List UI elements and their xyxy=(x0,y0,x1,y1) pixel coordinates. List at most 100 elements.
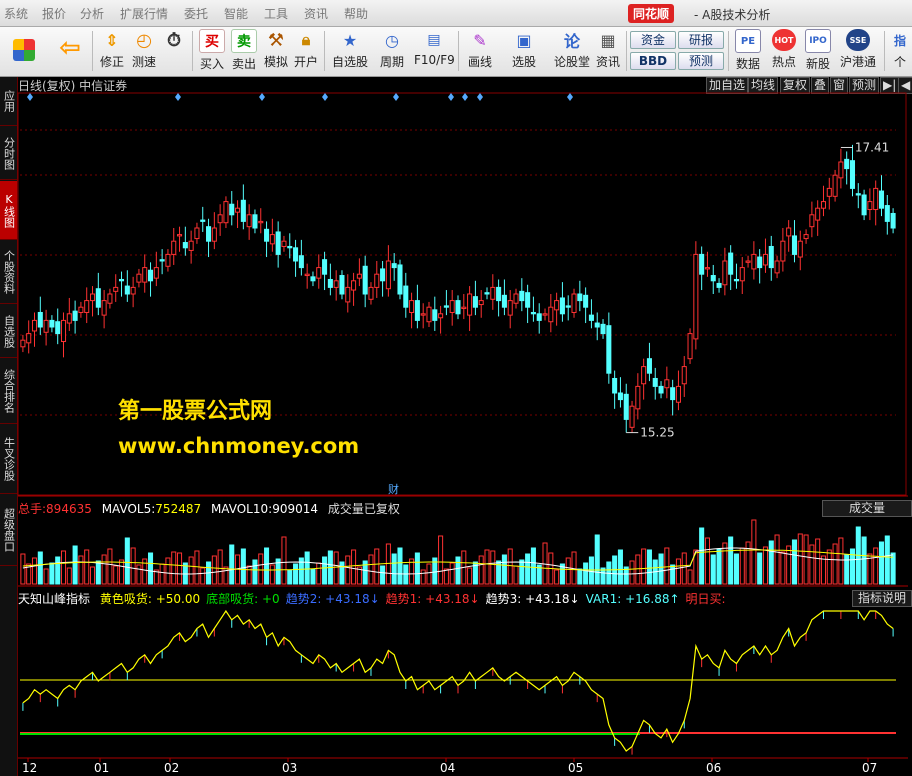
tab-stock-profile[interactable]: 个股资料 xyxy=(0,241,17,304)
volume-bar xyxy=(31,557,38,585)
volume-bar xyxy=(310,568,316,585)
indicator-help-button[interactable]: 指标说明 xyxy=(852,590,912,607)
volume-bar xyxy=(420,569,426,585)
period-button[interactable]: ◷ 周期 xyxy=(376,29,408,70)
volume-selector[interactable]: 成交量 xyxy=(822,500,912,517)
volume-bar xyxy=(496,560,502,585)
volume-bar xyxy=(478,555,484,585)
volume-bar xyxy=(380,565,386,585)
volume-bar xyxy=(333,551,339,585)
forum-button[interactable]: 论 论股堂 xyxy=(552,29,592,70)
grid-icon xyxy=(13,39,35,61)
tab-super-level[interactable]: 超级盘口 xyxy=(0,495,17,566)
menu-news[interactable]: 资讯 xyxy=(304,5,328,22)
candle-body xyxy=(826,187,832,197)
candle-body xyxy=(351,280,357,291)
speed-test2-button[interactable]: ⏱ xyxy=(158,29,190,51)
open-account-button[interactable]: 🔒︎ 开户 xyxy=(290,29,322,70)
fund-flow-button[interactable]: 资金 xyxy=(630,31,676,49)
menu-system[interactable]: 系统 xyxy=(4,5,28,22)
menu-order[interactable]: 委托 xyxy=(184,5,208,22)
candle-body xyxy=(188,240,194,251)
select-stock-button[interactable]: ▣ 选股 xyxy=(508,29,540,70)
x-axis-month-label: 05 xyxy=(568,761,583,775)
candle-body xyxy=(84,300,90,313)
adjust-button[interactable]: 复权 xyxy=(780,77,811,94)
ipo-button[interactable]: IPO 新股 xyxy=(802,29,834,72)
menu-extended-market[interactable]: 扩展行情 xyxy=(120,5,168,22)
indicator-item-6: 明日买: xyxy=(685,592,726,606)
tab-diagnosis[interactable]: 牛叉诊股 xyxy=(0,425,17,494)
bbd-button[interactable]: BBD xyxy=(630,52,676,70)
volume-bar xyxy=(884,535,890,585)
brand-logo: 同花顺 xyxy=(628,4,675,23)
ma-button[interactable]: 均线 xyxy=(748,77,779,94)
volume-bar xyxy=(235,554,241,585)
tab-intraday[interactable]: 分时图 xyxy=(0,127,17,180)
f10-button[interactable]: ▤ F10/F9 xyxy=(414,29,455,67)
predict-button[interactable]: 预测 xyxy=(849,77,880,94)
correct-button[interactable]: ⇕ 修正 xyxy=(96,29,128,70)
buy-button[interactable]: 买 买入 xyxy=(196,29,228,72)
go-end-button[interactable]: ▶| xyxy=(880,77,900,94)
volume-bar xyxy=(815,538,821,585)
candle-body xyxy=(652,377,658,387)
x-axis-month-label: 01 xyxy=(94,761,109,775)
tab-watchlist[interactable]: 自选股 xyxy=(0,305,17,358)
volume-bar xyxy=(217,549,223,585)
add-watchlist-button[interactable]: 加自选 xyxy=(706,77,749,94)
menu-tools[interactable]: 工具 xyxy=(264,5,288,22)
draw-line-button[interactable]: ✎ 画线 xyxy=(464,29,496,70)
volume-bar xyxy=(594,534,600,585)
candle-body xyxy=(420,313,426,316)
menu-quote[interactable]: 报价 xyxy=(42,5,66,22)
window-button[interactable]: 窗 xyxy=(830,77,849,94)
candle-body xyxy=(780,240,786,262)
back-button[interactable]: ⇦ xyxy=(54,29,86,63)
index-button[interactable]: 指 个 xyxy=(888,29,912,70)
simulate-button[interactable]: ⚒ 模拟 xyxy=(260,29,292,70)
hot-button[interactable]: HOT 热点 xyxy=(768,29,800,70)
volume-bar xyxy=(890,552,896,585)
news-button[interactable]: ▦ 资讯 xyxy=(592,29,624,70)
volume-bar xyxy=(525,553,531,585)
hk-connect-button[interactable]: SSE 沪港通 xyxy=(838,29,878,70)
volume-bar xyxy=(867,553,873,585)
data-button[interactable]: PE 数据 xyxy=(732,29,764,72)
volume-bar xyxy=(472,561,478,585)
forecast-button[interactable]: 预测 xyxy=(678,52,724,70)
candle-body xyxy=(472,296,478,308)
sell-button[interactable]: 卖 卖出 xyxy=(228,29,260,72)
candle-body xyxy=(623,393,629,420)
menu-analysis[interactable]: 分析 xyxy=(80,5,104,22)
candle-body xyxy=(118,278,125,282)
candle-body xyxy=(832,174,838,197)
speed-test-button[interactable]: ◴ 测速 xyxy=(128,29,160,70)
volume-bar xyxy=(403,564,409,585)
candle-body xyxy=(838,161,844,179)
indicator-item-3: 趋势1: +43.18↓ xyxy=(385,592,480,606)
candle-body xyxy=(304,273,310,277)
volume-bar xyxy=(165,557,171,585)
sell-icon: 卖 xyxy=(231,29,257,53)
menu-smart[interactable]: 智能 xyxy=(224,5,248,22)
indicator-item-1: 底部吸货: +0 xyxy=(206,592,280,606)
volume-bar xyxy=(612,555,618,585)
tab-ranking[interactable]: 综合排名 xyxy=(0,359,17,424)
chart-title: 日线(复权) 中信证券 xyxy=(18,79,128,93)
menu-help[interactable]: 帮助 xyxy=(344,5,368,22)
candle-body xyxy=(797,240,803,258)
candle-body xyxy=(664,379,670,389)
x-axis-month-label: 04 xyxy=(440,761,455,775)
volume-bar xyxy=(368,554,374,585)
research-button[interactable]: 研报 xyxy=(678,31,724,49)
layout-button[interactable] xyxy=(8,29,40,61)
high-price-label: 17.41 xyxy=(855,140,889,154)
signal-diamond xyxy=(462,93,468,101)
tab-kline[interactable]: K线图 xyxy=(0,181,17,240)
collapse-button[interactable]: ◀ xyxy=(898,77,912,94)
watchlist-button[interactable]: ★ 自选股 xyxy=(330,29,370,70)
candle-body xyxy=(699,253,705,275)
overlay-button[interactable]: 叠 xyxy=(811,77,830,94)
tab-apps[interactable]: 应用 xyxy=(0,77,17,126)
